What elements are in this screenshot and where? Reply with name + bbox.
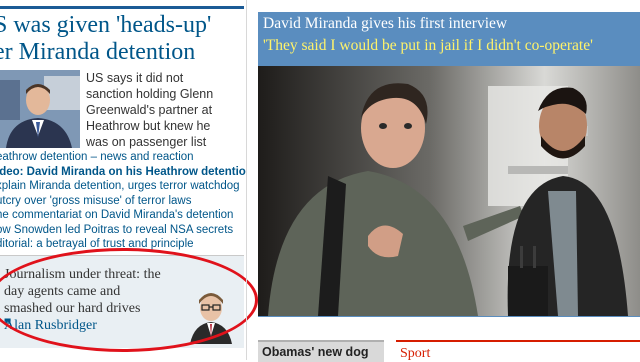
comment-line: day agents came and [4, 284, 121, 299]
main-headline[interactable]: S was given 'heads-up' er Miranda detent… [0, 12, 246, 66]
press-secretary-photo[interactable] [0, 70, 80, 148]
comment-line: Journalism under threat: the [4, 267, 161, 282]
author-photo[interactable] [188, 286, 234, 344]
related-link[interactable]: xplain Miranda detention, urges terror w… [0, 179, 246, 194]
summary-line: was on passenger list [86, 135, 207, 149]
headline-line: S was given 'heads-up' [0, 12, 212, 38]
summary-line: sanction holding Glenn [86, 87, 214, 101]
sport-section[interactable]: Sport [396, 340, 640, 362]
related-links: eathrow detention – news and reaction id… [0, 150, 246, 252]
feature-subtitle[interactable]: 'They said I would be put in jail if I d… [263, 37, 593, 55]
comment-line-text: smashed our hard drives [4, 301, 141, 316]
headline-line: er Miranda detention [0, 39, 196, 65]
summary-line: Heathrow but knew he [86, 119, 211, 133]
related-link[interactable]: ow Snowden led Poitras to reveal NSA sec… [0, 223, 246, 238]
related-link[interactable]: utcry over 'gross misuse' of terror laws [0, 194, 246, 209]
related-link[interactable]: he commentariat on David Miranda's deten… [0, 208, 246, 223]
related-link[interactable]: eathrow detention – news and reaction [0, 150, 246, 165]
obama-dog-teaser[interactable]: Obamas' new dog [258, 340, 384, 362]
summary-line: US says it did not [86, 71, 184, 85]
comment-card[interactable]: Journalism under threat: the day agents … [0, 256, 244, 348]
video-link[interactable]: ideo: David Miranda on his Heathrow dete… [0, 165, 246, 180]
related-link[interactable]: ditorial: a betrayal of trust and princi… [0, 237, 246, 252]
summary-line: Greenwald's partner at [86, 103, 213, 117]
section-rule [0, 6, 244, 9]
story-summary: US says it did not sanction holding Glen… [86, 70, 244, 150]
author-byline[interactable]: Alan Rusbridger [4, 318, 97, 334]
column-divider [246, 0, 247, 360]
feature-photo[interactable] [258, 66, 640, 316]
teaser-label: Obamas' new dog [262, 345, 369, 359]
left-column: S was given 'heads-up' er Miranda detent… [0, 0, 258, 360]
feature-title[interactable]: David Miranda gives his first interview [263, 15, 507, 33]
